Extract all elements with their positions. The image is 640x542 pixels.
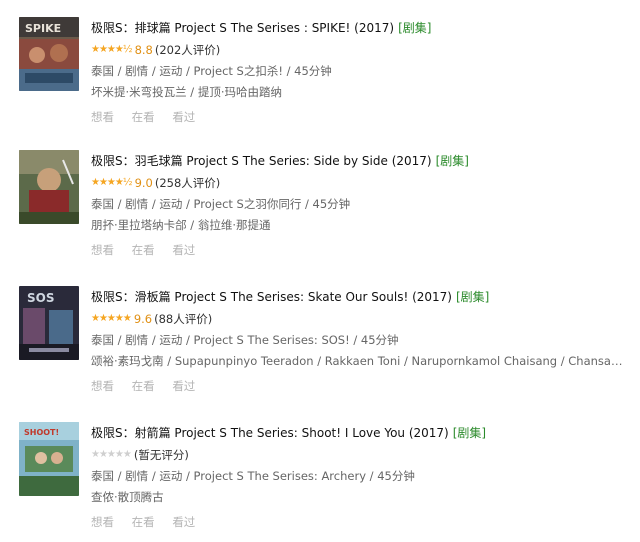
rating-count: (暂无评分) — [133, 448, 189, 462]
item-title-link[interactable]: 极限S：滑板篇 Project S The Serises: Skate Our… — [91, 290, 452, 304]
want-to-watch-button[interactable]: 想看 — [91, 379, 114, 393]
want-to-watch-button[interactable]: 想看 — [91, 243, 114, 257]
watching-button[interactable]: 在看 — [132, 515, 155, 529]
item-meta: 泰国 / 剧情 / 运动 / Project S之扣杀! / 45分钟 — [91, 64, 332, 78]
rating-line: ★★★★½ 9.0 (258人评价) — [91, 172, 631, 194]
watched-button[interactable]: 看过 — [172, 243, 195, 257]
poster-image[interactable] — [19, 150, 79, 224]
rating-count: (202人评价) — [154, 43, 221, 57]
item-title-link[interactable]: 极限S：羽毛球篇 Project S The Series: Side by S… — [91, 154, 432, 168]
item-title-line: 极限S：射箭篇 Project S The Series: Shoot! I L… — [91, 422, 631, 444]
item-people: 颂裕·素玛戈南 / Supapunpinyo Teeradon / Rakkae… — [91, 354, 629, 368]
rating-score: 9.0 — [134, 176, 153, 190]
watching-button[interactable]: 在看 — [132, 110, 155, 124]
result-item: SOS 极限S：滑板篇 Project S The Serises: Skate… — [0, 286, 640, 396]
watching-button[interactable]: 在看 — [132, 243, 155, 257]
want-to-watch-button[interactable]: 想看 — [91, 110, 114, 124]
sos-poster-icon: SOS — [19, 286, 79, 360]
item-actions: 想看 在看 看过 — [91, 372, 631, 396]
item-type-badge: [剧集] — [398, 21, 432, 35]
shoot-poster-icon: SHOOT! — [19, 422, 79, 496]
poster-image[interactable]: SOS — [19, 286, 79, 360]
rating-line: ★★★★★ 9.6 (88人评价) — [91, 308, 631, 330]
item-title-line: 极限S：滑板篇 Project S The Serises: Skate Our… — [91, 286, 631, 308]
rating-line: ★★★★½ 8.8 (202人评价) — [91, 39, 631, 61]
result-item: SHOOT! 极限S：射箭篇 Project S The Series: Sho… — [0, 422, 640, 532]
item-title-line: 极限S：羽毛球篇 Project S The Series: Side by S… — [91, 150, 631, 172]
watched-button[interactable]: 看过 — [172, 515, 195, 529]
item-title-link[interactable]: 极限S：射箭篇 Project S The Series: Shoot! I L… — [91, 426, 449, 440]
item-actions: 想看 在看 看过 — [91, 103, 631, 127]
item-people: 朋抔·里拉塔纳卡郃 / 翁拉维·那提通 — [91, 218, 271, 232]
svg-text:SPIKE: SPIKE — [25, 22, 61, 35]
item-actions: 想看 在看 看过 — [91, 236, 631, 260]
poster-image[interactable]: SHOOT! — [19, 422, 79, 496]
rating-count: (88人评价) — [154, 312, 213, 326]
item-meta: 泰国 / 剧情 / 运动 / Project S The Serises: SO… — [91, 333, 399, 347]
item-title-line: 极限S：排球篇 Project S The Serises : SPIKE! (… — [91, 17, 631, 39]
watched-button[interactable]: 看过 — [172, 110, 195, 124]
item-title-link[interactable]: 极限S：排球篇 Project S The Serises : SPIKE! (… — [91, 21, 394, 35]
watching-button[interactable]: 在看 — [132, 379, 155, 393]
item-people: 查侬·散顶腾古 — [91, 490, 164, 504]
item-type-badge: [剧集] — [452, 426, 487, 440]
svg-text:SHOOT!: SHOOT! — [24, 428, 59, 437]
item-type-badge: [剧集] — [435, 154, 469, 168]
rating-line: ★★★★★ (暂无评分) — [91, 444, 631, 466]
spike-poster-icon: SPIKE — [19, 17, 79, 91]
result-item: SPIKE 极限S：排球篇 Project S The Serises : SP… — [0, 17, 640, 127]
item-people: 坏米提·米弯投瓦兰 / 提顶·玛哈由踏纳 — [91, 85, 282, 99]
rating-stars-icon: ★★★★★ — [91, 313, 132, 324]
rating-stars-icon: ★★★★½ — [91, 177, 133, 188]
side-by-side-poster-icon — [19, 150, 79, 224]
want-to-watch-button[interactable]: 想看 — [91, 515, 114, 529]
rating-stars-empty-icon: ★★★★★ — [91, 449, 132, 460]
item-type-badge: [剧集] — [455, 290, 490, 304]
item-meta: 泰国 / 剧情 / 运动 / Project S The Serises: Ar… — [91, 469, 415, 483]
rating-count: (258人评价) — [154, 176, 221, 190]
item-meta: 泰国 / 剧情 / 运动 / Project S之羽你同行 / 45分钟 — [91, 197, 351, 211]
search-result-list: SPIKE 极限S：排球篇 Project S The Serises : SP… — [0, 0, 640, 542]
svg-text:SOS: SOS — [27, 291, 55, 305]
poster-image[interactable]: SPIKE — [19, 17, 79, 91]
item-actions: 想看 在看 看过 — [91, 508, 631, 532]
watched-button[interactable]: 看过 — [172, 379, 195, 393]
result-item: 极限S：羽毛球篇 Project S The Series: Side by S… — [0, 150, 640, 260]
rating-score: 8.8 — [134, 43, 153, 57]
rating-stars-icon: ★★★★½ — [91, 44, 133, 55]
rating-score: 9.6 — [133, 312, 153, 326]
